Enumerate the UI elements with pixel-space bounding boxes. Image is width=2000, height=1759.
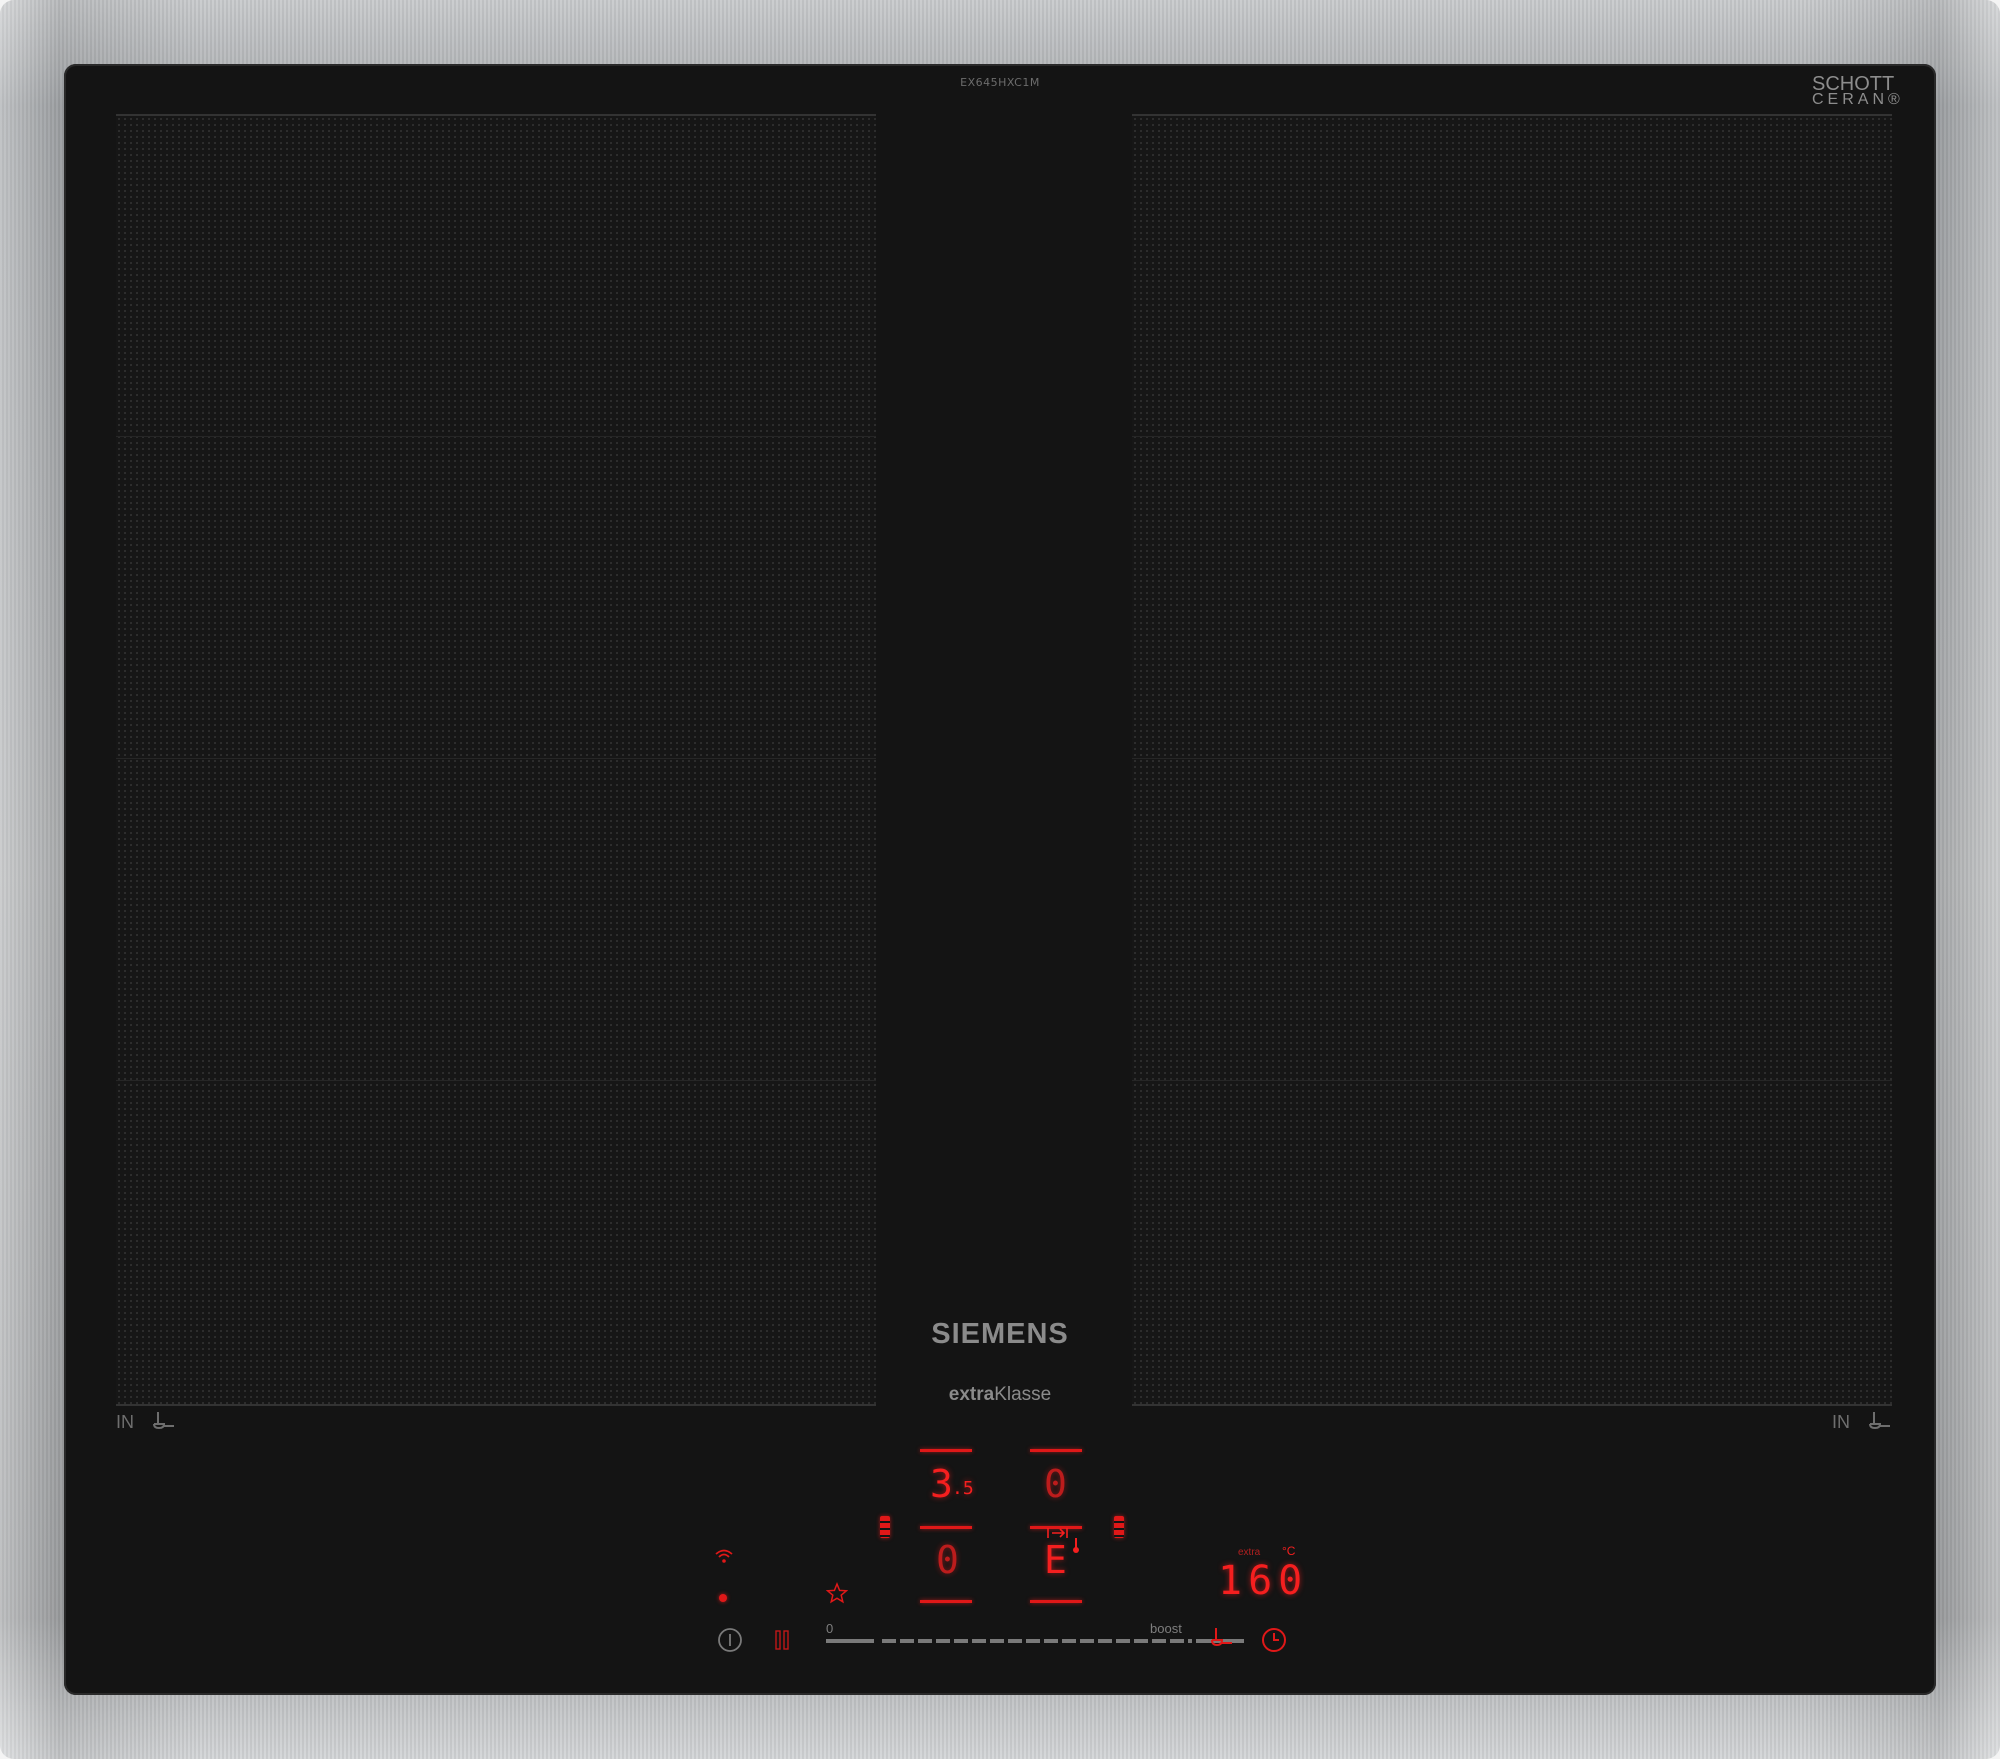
zone-indicator-bar xyxy=(1030,1600,1082,1603)
favorite-star-icon[interactable] xyxy=(826,1582,848,1604)
slider-max-label: boost xyxy=(1150,1621,1182,1636)
zone-divider xyxy=(116,758,876,759)
schott-line2: CERAN® xyxy=(1812,91,1904,108)
zone-right-induction-label: IN xyxy=(1832,1412,1850,1432)
zone-link-left-icon[interactable] xyxy=(880,1516,890,1538)
zone-divider xyxy=(1132,758,1892,759)
pan-icon xyxy=(1869,1412,1890,1430)
sub-brand: extraKlasse xyxy=(64,1384,1936,1406)
pan-icon xyxy=(153,1412,174,1430)
power-icon[interactable] xyxy=(716,1626,744,1654)
zone-indicator-bar xyxy=(920,1600,972,1603)
sub-brand-rest: Klasse xyxy=(994,1384,1052,1405)
sub-brand-bold: extra xyxy=(948,1384,995,1405)
power-level-value: 3 xyxy=(930,1462,953,1506)
slider-start-segment[interactable] xyxy=(826,1639,874,1643)
pause-icon[interactable] xyxy=(774,1629,790,1651)
power-level-fraction: .5 xyxy=(952,1478,974,1499)
power-level-value: 0 xyxy=(1044,1462,1067,1506)
power-slider[interactable] xyxy=(882,1639,1192,1643)
residual-heat-indicator: E xyxy=(1044,1538,1067,1582)
ceramic-glass-hob: EX645HXC1M SCHOTT CERAN® SIEMENS extraKl… xyxy=(64,64,1936,1695)
display-front-left[interactable]: 3 .5 xyxy=(930,1462,978,1510)
display-front-right[interactable]: 0 xyxy=(1044,1462,1074,1510)
flex-zone-left[interactable] xyxy=(116,114,876,1406)
flex-zone-right[interactable] xyxy=(1132,114,1892,1406)
power-level-value: 0 xyxy=(936,1538,959,1582)
temperature-unit: °C xyxy=(1282,1544,1296,1558)
temperature-display: 160 xyxy=(1218,1558,1309,1604)
zone-divider xyxy=(1132,1080,1892,1081)
display-rear-right[interactable]: E xyxy=(1044,1526,1084,1586)
zone-indicator-bar xyxy=(920,1449,972,1452)
zone-indicator-bar xyxy=(920,1526,972,1529)
status-dot-icon xyxy=(719,1594,727,1602)
zone-link-right-icon[interactable] xyxy=(1114,1516,1124,1538)
zone-left-induction-label: IN xyxy=(116,1412,134,1432)
slider-min-label: 0 xyxy=(826,1621,834,1636)
zone-divider xyxy=(116,436,876,437)
wifi-icon[interactable] xyxy=(714,1548,734,1564)
zone-indicator-bar xyxy=(1030,1449,1082,1452)
model-code: EX645HXC1M xyxy=(960,76,1040,89)
timer-icon[interactable] xyxy=(1260,1626,1288,1654)
zone-divider xyxy=(116,1080,876,1081)
schott-line1: SCHOTT xyxy=(1812,73,1895,95)
thermometer-icon xyxy=(1073,1538,1079,1553)
display-rear-left[interactable]: 0 xyxy=(936,1538,966,1586)
pan-sensor-icon[interactable] xyxy=(1206,1626,1236,1650)
schott-ceran-logo: SCHOTT CERAN® xyxy=(1812,73,1904,108)
temperature-mode-label: extra xyxy=(1238,1547,1261,1558)
brand-logo: SIEMENS xyxy=(931,1318,1069,1350)
zone-divider xyxy=(1132,436,1892,437)
